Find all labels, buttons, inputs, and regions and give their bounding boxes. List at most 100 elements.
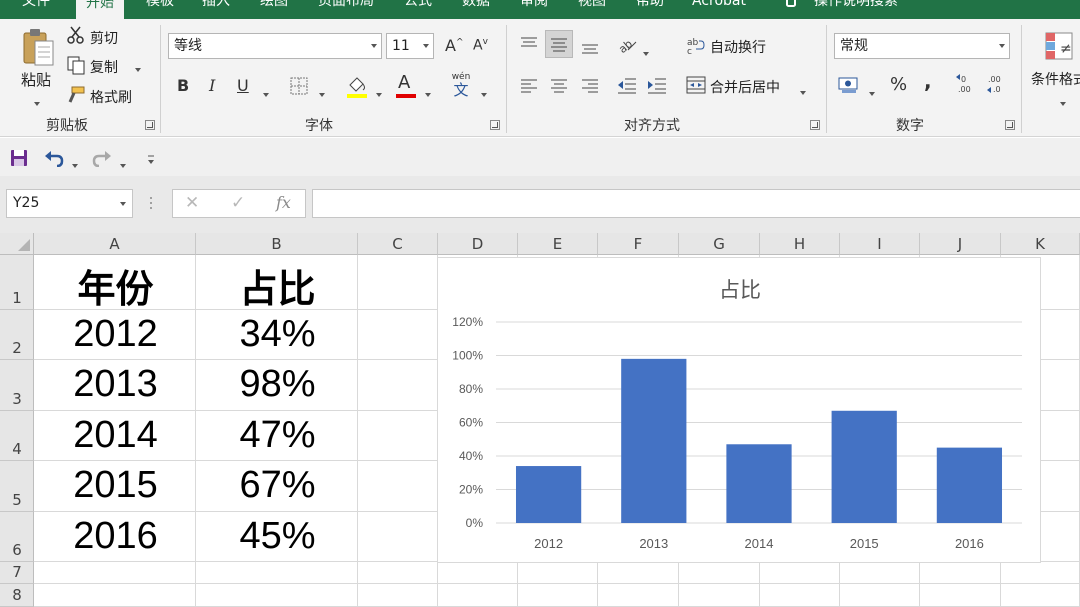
- select-all-button[interactable]: [0, 233, 34, 255]
- grow-font-button[interactable]: A^: [445, 36, 464, 55]
- format-painter-button[interactable]: [66, 85, 86, 105]
- column-header-J[interactable]: J: [920, 233, 1001, 255]
- column-header-I[interactable]: I: [840, 233, 920, 255]
- tab-data[interactable]: 数据: [462, 0, 490, 19]
- cell-B4[interactable]: 47%: [197, 414, 358, 457]
- align-bottom-button[interactable]: [580, 39, 600, 57]
- accounting-format-dropdown[interactable]: [869, 83, 875, 102]
- orientation-dropdown[interactable]: [643, 43, 649, 62]
- bar-chart[interactable]: 占比 0% 20% 40% 60% 80% 100% 120% 2012 2013 2014 201…: [437, 257, 1041, 563]
- bar-2012[interactable]: [515, 466, 582, 523]
- bar-2014[interactable]: [726, 444, 792, 523]
- phonetic-guide-button[interactable]: wén 文: [450, 73, 472, 99]
- phonetic-dropdown[interactable]: [481, 84, 487, 103]
- customize-qat-button[interactable]: [146, 151, 156, 164]
- cancel-icon[interactable]: ✕: [185, 193, 199, 213]
- cell-B5[interactable]: 67%: [197, 464, 358, 507]
- row-header-3[interactable]: 3: [0, 360, 34, 411]
- column-header-G[interactable]: G: [679, 233, 760, 255]
- font-dialog-launcher[interactable]: [490, 120, 500, 130]
- name-box[interactable]: Y25: [6, 189, 133, 218]
- fill-color-dropdown[interactable]: [376, 84, 382, 103]
- column-header-F[interactable]: F: [598, 233, 679, 255]
- column-header-B[interactable]: B: [196, 233, 358, 255]
- undo-dropdown[interactable]: [72, 155, 78, 174]
- tab-view[interactable]: 视图: [578, 0, 606, 19]
- redo-button[interactable]: [92, 149, 112, 168]
- column-header-E[interactable]: E: [518, 233, 598, 255]
- redo-dropdown[interactable]: [120, 155, 126, 174]
- cell-A6[interactable]: 2016: [35, 515, 196, 558]
- bar-2013[interactable]: [621, 358, 687, 523]
- cut-button[interactable]: [66, 25, 86, 45]
- merge-center-button[interactable]: [686, 75, 706, 95]
- merge-center-dropdown[interactable]: [800, 82, 806, 101]
- copy-button[interactable]: [66, 55, 86, 75]
- copy-dropdown[interactable]: [135, 59, 141, 78]
- font-name-combo[interactable]: 等线: [168, 33, 382, 59]
- align-center-button[interactable]: [549, 77, 569, 95]
- tell-me-search[interactable]: 操作说明搜索: [786, 0, 898, 19]
- tab-home[interactable]: 开始: [76, 0, 124, 19]
- cell-B1[interactable]: 占比: [197, 258, 358, 313]
- column-header-A[interactable]: A: [34, 233, 196, 255]
- paste-button[interactable]: [20, 27, 56, 67]
- orientation-button[interactable]: ab: [616, 36, 638, 56]
- italic-button[interactable]: I: [209, 76, 215, 95]
- row-header-1[interactable]: 1: [0, 255, 34, 310]
- font-color-button[interactable]: A: [398, 72, 410, 93]
- accounting-format-button[interactable]: [838, 75, 860, 95]
- align-top-button[interactable]: [519, 35, 539, 53]
- column-header-K[interactable]: K: [1001, 233, 1080, 255]
- row-header-5[interactable]: 5: [0, 461, 34, 512]
- row-header-7[interactable]: 7: [0, 562, 34, 584]
- cell-A4[interactable]: 2014: [35, 414, 196, 457]
- row-header-4[interactable]: 4: [0, 411, 34, 461]
- column-header-H[interactable]: H: [760, 233, 840, 255]
- wrap-text-button[interactable]: ab c: [686, 35, 706, 57]
- comma-style-button[interactable]: ,: [924, 69, 932, 93]
- borders-button[interactable]: [290, 77, 308, 95]
- underline-button[interactable]: U: [237, 76, 249, 95]
- row-header-2[interactable]: 2: [0, 310, 34, 360]
- bar-2015[interactable]: [831, 410, 897, 523]
- number-format-combo[interactable]: 常规: [834, 33, 1010, 59]
- bar-2016[interactable]: [936, 447, 1003, 523]
- formula-bar-splitter[interactable]: [149, 195, 153, 211]
- cell-B3[interactable]: 98%: [197, 363, 358, 406]
- clipboard-dialog-launcher[interactable]: [145, 120, 155, 130]
- borders-dropdown[interactable]: [319, 84, 325, 103]
- number-dialog-launcher[interactable]: [1005, 120, 1015, 130]
- save-button[interactable]: [10, 149, 28, 167]
- alignment-dialog-launcher[interactable]: [810, 120, 820, 130]
- font-color-dropdown[interactable]: [425, 84, 431, 103]
- percent-style-button[interactable]: %: [890, 74, 907, 95]
- align-middle-button[interactable]: [545, 30, 573, 58]
- cell-A5[interactable]: 2015: [35, 464, 196, 507]
- increase-decimal-button[interactable]: 0 .00: [955, 73, 977, 95]
- tab-template[interactable]: 模板: [146, 0, 174, 19]
- insert-function-icon[interactable]: fx: [276, 193, 291, 212]
- tab-page-layout[interactable]: 页面布局: [318, 0, 374, 19]
- undo-button[interactable]: [44, 149, 64, 168]
- cell-A1[interactable]: 年份: [35, 258, 196, 313]
- tab-formulas[interactable]: 公式: [404, 0, 432, 19]
- cell-B2[interactable]: 34%: [197, 313, 358, 356]
- shrink-font-button[interactable]: Av: [473, 37, 488, 54]
- tab-file[interactable]: 文件: [22, 0, 50, 19]
- cell-B6[interactable]: 45%: [197, 515, 358, 558]
- bold-button[interactable]: B: [177, 76, 189, 95]
- row-header-6[interactable]: 6: [0, 512, 34, 562]
- conditional-format-button[interactable]: ≠: [1044, 31, 1080, 65]
- align-left-button[interactable]: [519, 77, 539, 95]
- conditional-format-dropdown[interactable]: [1060, 93, 1066, 112]
- column-header-C[interactable]: C: [358, 233, 438, 255]
- tab-acrobat[interactable]: Acrobat: [692, 0, 746, 19]
- underline-dropdown[interactable]: [263, 84, 269, 103]
- row-header-8[interactable]: 8: [0, 584, 34, 607]
- font-size-combo[interactable]: 11: [386, 33, 434, 59]
- decrease-indent-button[interactable]: [616, 76, 638, 96]
- fill-color-button[interactable]: [346, 75, 368, 98]
- tab-insert[interactable]: 插入: [202, 0, 230, 19]
- cell-A3[interactable]: 2013: [35, 363, 196, 406]
